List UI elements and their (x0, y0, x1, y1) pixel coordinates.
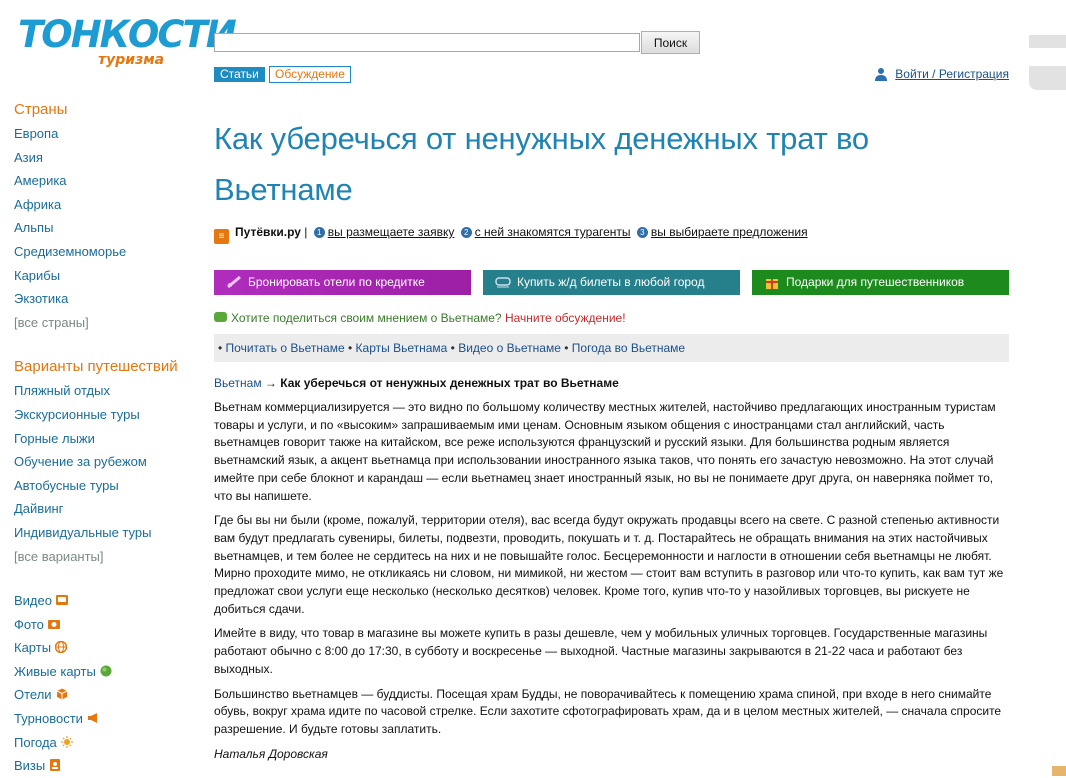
tab-articles[interactable]: Статьи (214, 67, 265, 82)
credit-card-icon (227, 275, 241, 289)
bullet: • (564, 341, 569, 355)
corner-decoration (1052, 766, 1066, 776)
sidebar-item-caribbean[interactable]: Карибы (14, 264, 194, 288)
box-icon (56, 688, 67, 700)
sidebar-all-variants[interactable]: [все варианты] (14, 545, 194, 569)
sidebar-item-visas[interactable]: Визы (14, 754, 194, 778)
login-register-link[interactable]: Войти / Регистрация (895, 67, 1009, 81)
sidebar-item-live-maps[interactable]: Живые карты (14, 660, 194, 684)
megaphone-icon (87, 713, 97, 724)
sidebar-all-countries[interactable]: [все страны] (14, 311, 194, 335)
sidebar-item-america[interactable]: Америка (14, 169, 194, 193)
sidebar-item-video[interactable]: Видео (14, 589, 194, 613)
putevki-logo-icon: ≡ (214, 229, 229, 244)
right-edge-tab (1029, 66, 1066, 90)
search-button[interactable]: Поиск (641, 31, 700, 54)
banner-label: Купить ж/д билеты в любой город (517, 275, 705, 289)
step-number: 3 (636, 227, 648, 238)
separator: | (304, 225, 308, 239)
link-video[interactable]: Видео о Вьетнаме (458, 341, 561, 355)
banner-label: Бронировать отели по кредитке (248, 275, 425, 289)
right-edge-tab (1029, 35, 1066, 48)
sidebar-item-label: Визы (14, 758, 46, 774)
putevki-step-link[interactable]: вы выбираете предложения (651, 225, 808, 239)
article-author: Наталья Доровская (214, 746, 328, 761)
discussion-prompt: Хотите поделиться своим мнением о Вьетна… (214, 311, 626, 325)
globe-icon (55, 641, 68, 654)
comment-icon (214, 312, 227, 322)
visa-icon (50, 759, 61, 772)
sidebar-item-asia[interactable]: Азия (14, 146, 194, 170)
banner-train-tickets[interactable]: Купить ж/д билеты в любой город (483, 270, 740, 295)
sidebar-item-label: Погода (14, 734, 57, 750)
earth-icon (100, 665, 112, 677)
breadcrumb-current: Как уберечься от ненужных денежных трат … (280, 376, 619, 390)
sidebar-item-exotic[interactable]: Экзотика (14, 287, 194, 311)
sidebar-item-hotels[interactable]: Отели (14, 683, 194, 707)
sidebar-item-individual[interactable]: Индивидуальные туры (14, 521, 194, 545)
sidebar-item-study[interactable]: Обучение за рубежом (14, 450, 194, 474)
train-icon (495, 277, 511, 288)
sidebar-item-label: Живые карты (14, 663, 96, 679)
start-discussion-link[interactable]: Начните обсуждение! (505, 311, 626, 325)
article-paragraph: Большинство вьетнамцев — буддисты. Посещ… (214, 686, 1002, 736)
sidebar-item-label: Фото (14, 616, 44, 632)
banner-gifts[interactable]: Подарки для путешественников (752, 270, 1009, 295)
sidebar-item-diving[interactable]: Дайвинг (14, 497, 194, 521)
putevki-step-link[interactable]: вы размещаете заявку (328, 225, 455, 239)
sidebar-item-weather[interactable]: Погода (14, 731, 194, 755)
breadcrumb-root[interactable]: Вьетнам (214, 376, 262, 390)
sidebar-item-excursion[interactable]: Экскурсионные туры (14, 403, 194, 427)
video-icon (55, 595, 68, 606)
sun-icon (60, 735, 73, 748)
user-icon (875, 68, 887, 81)
sidebar-item-africa[interactable]: Африка (14, 193, 194, 217)
sidebar-item-label: Карты (14, 640, 52, 656)
gift-icon (766, 279, 778, 289)
sidebar-item-news[interactable]: Турновости (14, 707, 194, 731)
breadcrumb: Вьетнам → Как уберечься от ненужных дене… (214, 376, 619, 390)
banner-book-hotels[interactable]: Бронировать отели по кредитке (214, 270, 471, 295)
breadcrumb-arrow: → (264, 376, 277, 390)
sidebar-item-europe[interactable]: Европа (14, 122, 194, 146)
step-number: 1 (313, 227, 325, 238)
putevki-bar: ≡ Путёвки.ру | 1 вы размещаете заявку 2с н… (214, 225, 808, 244)
bullet: • (218, 341, 223, 355)
sidebar-item-ski[interactable]: Горные лыжи (14, 427, 194, 451)
sidebar-heading-countries: Страны (14, 101, 68, 118)
putevki-step-link[interactable]: с ней знакомятся турагенты (475, 225, 631, 239)
page-title: Как уберечься от ненужных денежных трат … (214, 121, 869, 207)
bullet: • (450, 341, 455, 355)
sidebar-item-maps[interactable]: Карты (14, 636, 194, 660)
bullet: • (348, 341, 353, 355)
site-logo[interactable]: ТОНКОСТИ туризма (18, 12, 237, 74)
sidebar-item-alps[interactable]: Альпы (14, 216, 194, 240)
article-body: Вьетнам коммерциализируется — это видно … (214, 399, 1010, 770)
sidebar-item-label: Турновости (14, 711, 83, 727)
sidebar-item-photo[interactable]: Фото (14, 613, 194, 637)
tab-discussion[interactable]: Обсуждение (269, 66, 351, 83)
camera-icon (47, 619, 60, 629)
sidebar: Страны Европа Азия Америка Африка Альпы … (14, 98, 194, 778)
sidebar-item-label: Отели (14, 687, 52, 703)
related-links-bar: • Почитать о Вьетнаме • Карты Вьетнама •… (214, 334, 1009, 362)
article-paragraph: Где бы вы ни были (кроме, пожалуй, терри… (214, 513, 1004, 616)
sidebar-heading-variants: Варианты путешествий (14, 358, 178, 376)
putevki-brand[interactable]: Путёвки.ру (235, 225, 301, 239)
article-paragraph: Имейте в виду, что товар в магазине вы м… (214, 626, 988, 676)
sidebar-item-beach[interactable]: Пляжный отдых (14, 379, 194, 403)
sidebar-item-label: Видео (14, 593, 52, 609)
sidebar-item-mediterranean[interactable]: Средиземноморье (14, 240, 194, 264)
sidebar-item-bus[interactable]: Автобусные туры (14, 474, 194, 498)
banner-label: Подарки для путешественников (786, 275, 965, 289)
discussion-prompt-text: Хотите поделиться своим мнением о Вьетна… (231, 311, 502, 325)
article-paragraph: Вьетнам коммерциализируется — это видно … (214, 400, 996, 503)
logo-subtitle: туризма (98, 52, 165, 68)
link-maps[interactable]: Карты Вьетнама (356, 341, 448, 355)
link-read-about[interactable]: Почитать о Вьетнаме (226, 341, 345, 355)
search-input[interactable] (214, 33, 640, 52)
link-weather[interactable]: Погода во Вьетнаме (572, 341, 685, 355)
step-number: 2 (460, 227, 472, 238)
